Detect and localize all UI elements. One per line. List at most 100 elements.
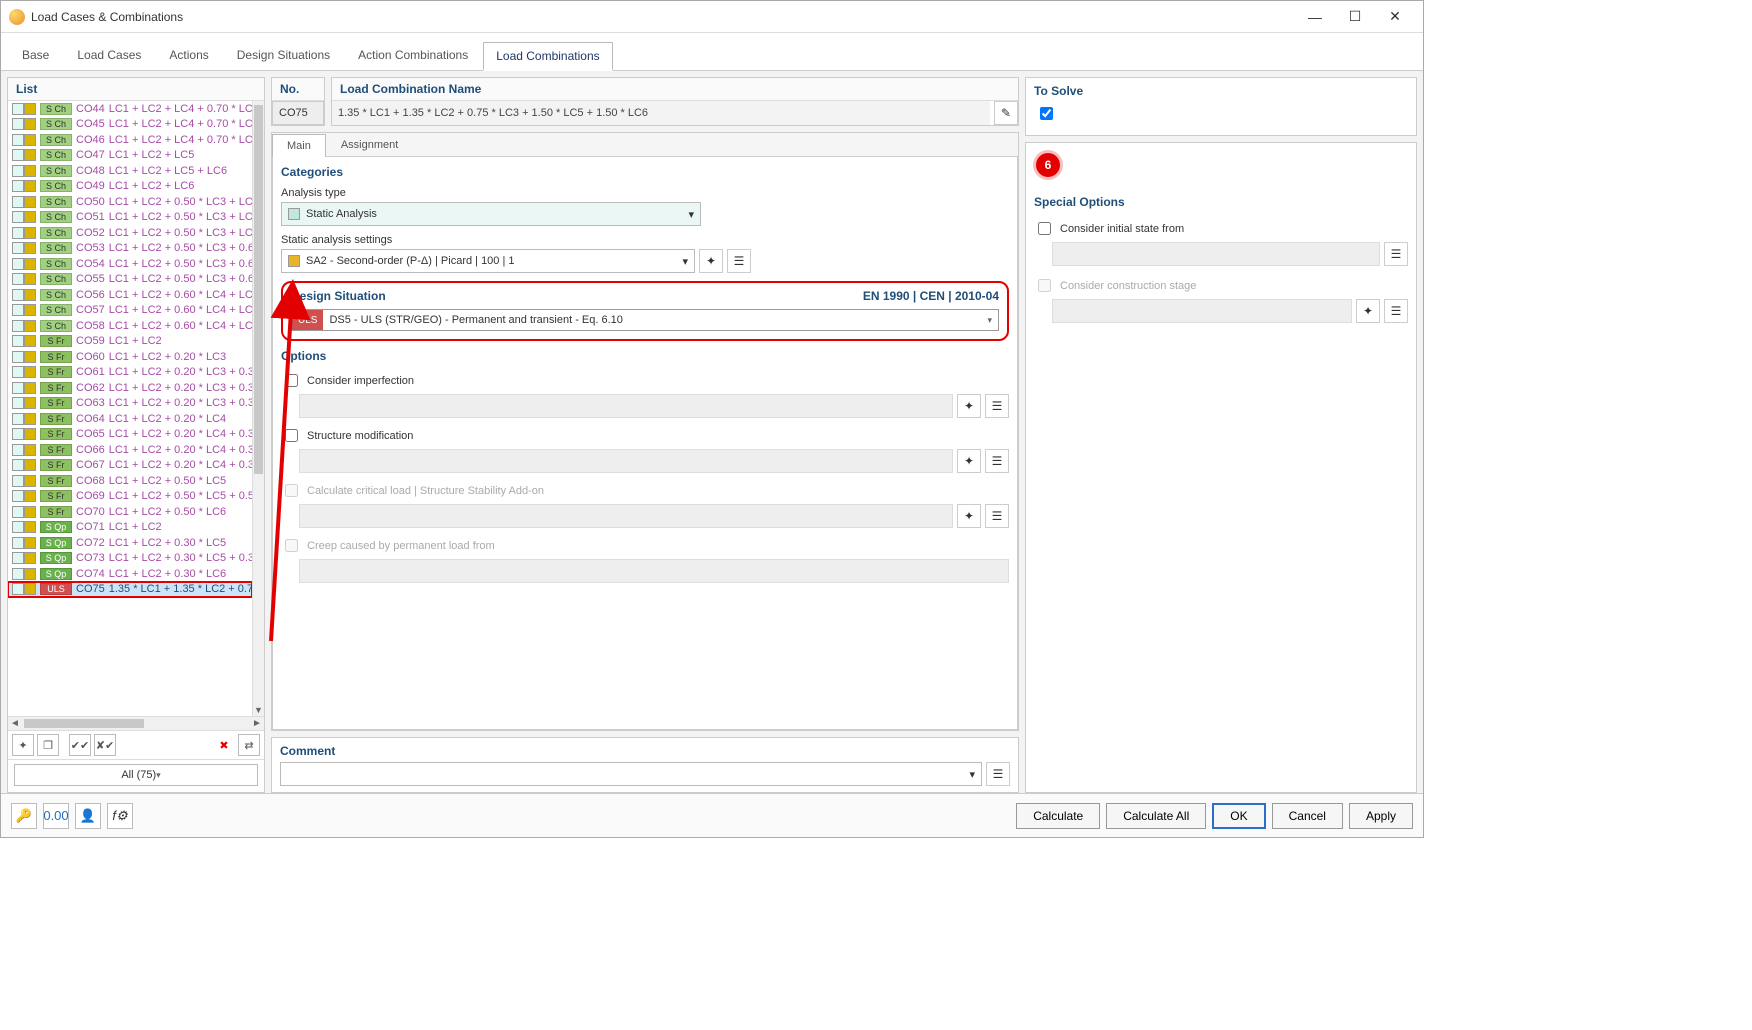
list-item[interactable]: S ChCO54LC1 + LC2 + 0.50 * LC3 + 0.60 * … [8, 256, 252, 272]
ok-button[interactable]: OK [1212, 803, 1265, 829]
checkbox-icon[interactable] [12, 521, 24, 533]
list-item[interactable]: S ChCO53LC1 + LC2 + 0.50 * LC3 + 0.60 * … [8, 241, 252, 257]
new-button[interactable]: ✦ [957, 394, 981, 418]
checkbox-icon[interactable] [12, 118, 24, 130]
checkbox-icon[interactable] [12, 258, 24, 270]
analysis-type-combo[interactable]: Static Analysis ▾ [281, 202, 701, 226]
checkbox-icon[interactable] [12, 475, 24, 487]
checkbox-icon[interactable] [12, 444, 24, 456]
checkbox-icon[interactable] [12, 382, 24, 394]
new-button[interactable]: ✦ [957, 504, 981, 528]
help-button[interactable]: 🔑 [11, 803, 37, 829]
list-item[interactable]: S ChCO46LC1 + LC2 + LC4 + 0.70 * LC6 [8, 132, 252, 148]
tab-load-combinations[interactable]: Load Combinations [483, 42, 612, 71]
checkbox-icon[interactable] [12, 397, 24, 409]
checkbox-icon[interactable] [12, 304, 24, 316]
list-item[interactable]: S ChCO47LC1 + LC2 + LC5 [8, 148, 252, 164]
new-settings-button[interactable]: ✦ [699, 249, 723, 273]
edit-button[interactable]: ☰ [985, 504, 1009, 528]
edit-button[interactable]: ☰ [985, 449, 1009, 473]
checkbox-icon[interactable] [12, 335, 24, 347]
list-item[interactable]: S ChCO45LC1 + LC2 + LC4 + 0.70 * LC5 + 0… [8, 117, 252, 133]
checkbox-icon[interactable] [12, 134, 24, 146]
checkbox-icon[interactable] [12, 273, 24, 285]
design-situation-combo[interactable]: ULS DS5 - ULS (STR/GEO) - Permanent and … [291, 309, 999, 331]
checkbox-icon[interactable] [12, 320, 24, 332]
no-field[interactable]: CO75 [272, 101, 324, 125]
edit-button[interactable]: ☰ [1384, 242, 1408, 266]
hscroll-thumb[interactable] [24, 719, 144, 728]
new-button[interactable]: ✦ [1356, 299, 1380, 323]
subtab-assignment[interactable]: Assignment [326, 133, 413, 156]
opt-initial-state-check[interactable] [1038, 222, 1051, 235]
checkbox-icon[interactable] [12, 583, 24, 595]
checkbox-icon[interactable] [12, 568, 24, 580]
tab-base[interactable]: Base [9, 41, 62, 70]
calculate-button[interactable]: Calculate [1016, 803, 1100, 829]
name-field[interactable]: 1.35 * LC1 + 1.35 * LC2 + 0.75 * LC3 + 1… [332, 101, 990, 125]
comment-edit-button[interactable]: ☰ [986, 762, 1010, 786]
list-item[interactable]: S ChCO44LC1 + LC2 + LC4 + 0.70 * LC5 [8, 101, 252, 117]
list-hscrollbar[interactable]: ◄ ► [8, 716, 264, 730]
tab-actions[interactable]: Actions [156, 41, 221, 70]
link-button[interactable]: ⇄ [238, 734, 260, 756]
list-item[interactable]: S ChCO48LC1 + LC2 + LC5 + LC6 [8, 163, 252, 179]
opt-initial-state[interactable]: Consider initial state from [1034, 219, 1408, 238]
scroll-right-icon[interactable]: ► [250, 717, 264, 730]
minimize-button[interactable]: ― [1295, 3, 1335, 31]
checkbox-icon[interactable] [12, 552, 24, 564]
list-item[interactable]: S ChCO49LC1 + LC2 + LC6 [8, 179, 252, 195]
edit-name-button[interactable]: ✎ [994, 101, 1018, 125]
edit-button[interactable]: ☰ [1384, 299, 1408, 323]
list-item[interactable]: S ChCO52LC1 + LC2 + 0.50 * LC3 + LC6 [8, 225, 252, 241]
list-item[interactable]: S ChCO55LC1 + LC2 + 0.50 * LC3 + 0.60 * … [8, 272, 252, 288]
copy-item-button[interactable]: ❐ [37, 734, 59, 756]
cancel-button[interactable]: Cancel [1272, 803, 1343, 829]
checkbox-icon[interactable] [12, 196, 24, 208]
checkbox-icon[interactable] [12, 211, 24, 223]
close-button[interactable]: ✕ [1375, 3, 1415, 31]
opt-imperfection[interactable]: Consider imperfection [281, 371, 1009, 390]
checkbox-icon[interactable] [12, 103, 24, 115]
delete-button[interactable]: ✖ [213, 734, 235, 756]
checkbox-icon[interactable] [12, 459, 24, 471]
tab-action-combinations[interactable]: Action Combinations [345, 41, 481, 70]
list-item[interactable]: S ChCO50LC1 + LC2 + 0.50 * LC3 + LC5 [8, 194, 252, 210]
list-filter-dropdown[interactable]: All (75) ▾ [14, 764, 258, 786]
units-button[interactable]: 0.00 [43, 803, 69, 829]
scroll-down-icon[interactable]: ▼ [253, 704, 264, 716]
new-item-button[interactable]: ✦ [12, 734, 34, 756]
check-all-button[interactable]: ✔✔ [69, 734, 91, 756]
checkbox-icon[interactable] [12, 149, 24, 161]
calculate-all-button[interactable]: Calculate All [1106, 803, 1206, 829]
checkbox-icon[interactable] [12, 490, 24, 502]
tab-design-situations[interactable]: Design Situations [224, 41, 343, 70]
static-settings-combo[interactable]: SA2 - Second-order (P-Δ) | Picard | 100 … [281, 249, 695, 273]
apply-button[interactable]: Apply [1349, 803, 1413, 829]
maximize-button[interactable]: ☐ [1335, 3, 1375, 31]
structure-icon[interactable]: 👤 [75, 803, 101, 829]
function-button[interactable]: f⚙ [107, 803, 133, 829]
comment-combo[interactable]: ▾ [280, 762, 982, 786]
edit-settings-button[interactable]: ☰ [727, 249, 751, 273]
checkbox-icon[interactable] [12, 351, 24, 363]
checkbox-icon[interactable] [12, 506, 24, 518]
edit-button[interactable]: ☰ [985, 394, 1009, 418]
scroll-left-icon[interactable]: ◄ [8, 717, 22, 730]
checkbox-icon[interactable] [12, 165, 24, 177]
checkbox-icon[interactable] [12, 537, 24, 549]
checkbox-icon[interactable] [12, 413, 24, 425]
list-item[interactable]: S ChCO51LC1 + LC2 + 0.50 * LC3 + LC5 + L… [8, 210, 252, 226]
uncheck-all-button[interactable]: ✘✔ [94, 734, 116, 756]
checkbox-icon[interactable] [12, 227, 24, 239]
opt-structure-mod[interactable]: Structure modification [281, 426, 1009, 445]
subtab-main[interactable]: Main [272, 134, 326, 157]
to-solve-check[interactable] [1040, 107, 1053, 120]
tab-load-cases[interactable]: Load Cases [64, 41, 154, 70]
checkbox-icon[interactable] [12, 366, 24, 378]
checkbox-icon[interactable] [12, 180, 24, 192]
checkbox-icon[interactable] [12, 242, 24, 254]
new-button[interactable]: ✦ [957, 449, 981, 473]
checkbox-icon[interactable] [12, 428, 24, 440]
checkbox-icon[interactable] [12, 289, 24, 301]
